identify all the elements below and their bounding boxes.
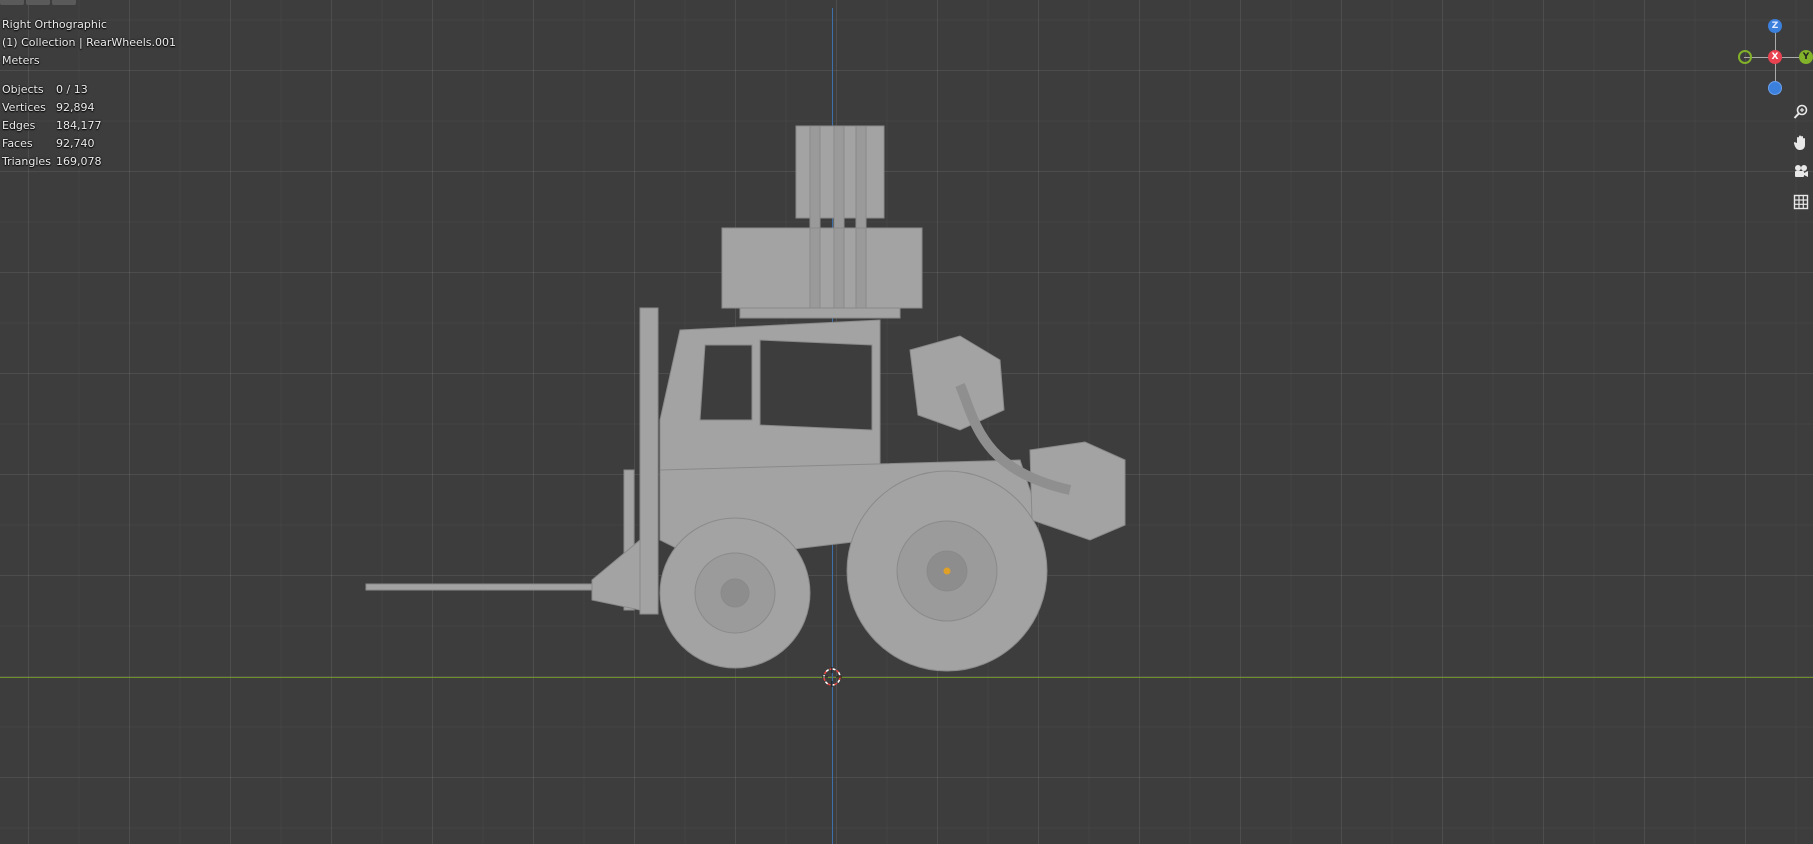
gizmo-x-axis[interactable]: X [1768, 50, 1782, 64]
navigation-gizmo[interactable]: Z X Y [1730, 18, 1813, 98]
stat-value: 0 / 13 [56, 83, 88, 96]
gizmo-neg-y-axis[interactable] [1738, 50, 1752, 64]
gizmo-y-axis[interactable]: Y [1799, 50, 1813, 64]
stat-label: Vertices [2, 101, 46, 114]
stat-edges: Edges 184,177 [2, 117, 176, 135]
hand-icon[interactable] [1788, 130, 1813, 154]
stat-value: 92,894 [56, 101, 95, 114]
zoom-icon[interactable] [1788, 100, 1813, 124]
viewport-info-overlay: Right Orthographic (1) Collection | Rear… [2, 16, 176, 171]
header-tab[interactable] [26, 0, 50, 5]
header-tab[interactable] [0, 0, 24, 5]
stat-label: Edges [2, 119, 36, 132]
mast [639, 307, 659, 615]
3d-cursor-icon[interactable] [822, 667, 842, 687]
stat-label: Faces [2, 137, 33, 150]
gizmo-z-axis[interactable]: Z [1768, 19, 1782, 33]
cab-window [759, 339, 873, 431]
middle-crate [721, 227, 923, 309]
rear-reel [1029, 441, 1126, 541]
origin-point [943, 567, 951, 575]
stat-value: 169,078 [56, 155, 102, 168]
stat-value: 184,177 [56, 119, 102, 132]
grid-icon[interactable] [1788, 190, 1813, 214]
stat-objects: Objects 0 / 13 [2, 81, 176, 99]
stat-value: 92,740 [56, 137, 95, 150]
fork-carriage [591, 538, 641, 611]
cab-window-front [699, 344, 753, 421]
gizmo-neg-z-axis[interactable] [1768, 81, 1782, 95]
stat-label: Objects [2, 83, 44, 96]
view-name: Right Orthographic [2, 18, 107, 31]
hose-reel [909, 335, 1005, 431]
header-tab[interactable] [52, 0, 76, 5]
3d-viewport[interactable]: Right Orthographic (1) Collection | Rear… [0, 0, 1813, 844]
forklift-model[interactable] [360, 118, 1140, 678]
collection-label: (1) Collection | RearWheels.001 [2, 36, 177, 49]
stat-label: Triangles [2, 155, 51, 168]
roof-rack [739, 307, 901, 319]
units-label: Meters [2, 54, 40, 67]
camera-icon[interactable] [1788, 160, 1813, 184]
stat-triangles: Triangles 169,078 [2, 153, 176, 171]
header-tabs[interactable] [0, 0, 78, 6]
stat-vertices: Vertices 92,894 [2, 99, 176, 117]
stat-faces: Faces 92,740 [2, 135, 176, 153]
